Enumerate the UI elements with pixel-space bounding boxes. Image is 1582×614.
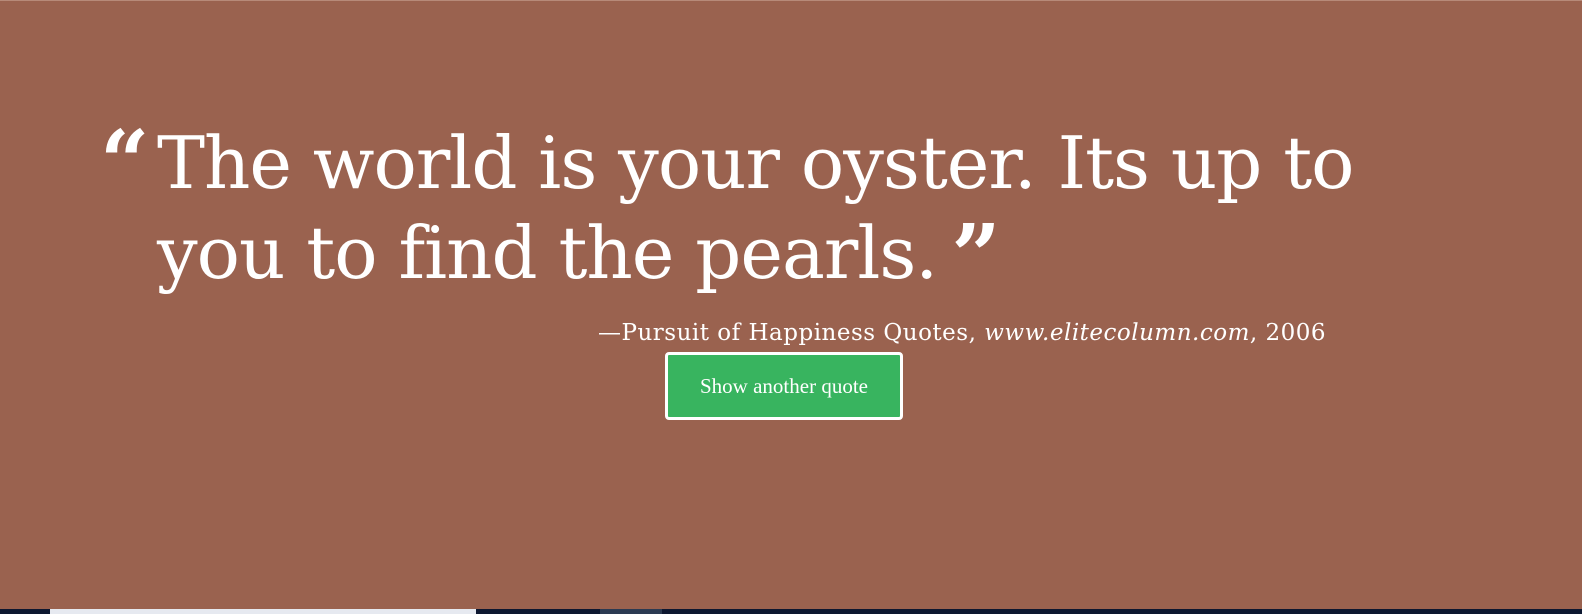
quote-text-body: The world is your oyster. Its up to you … bbox=[157, 121, 1354, 295]
attribution-source: —Pursuit of Happiness Quotes, bbox=[598, 320, 985, 346]
attribution-site: www.elitecolumn.com bbox=[984, 320, 1250, 346]
bottom-taskbar bbox=[0, 609, 1582, 614]
attribution-year: , 2006 bbox=[1249, 320, 1327, 346]
top-border bbox=[0, 0, 1582, 1]
show-another-quote-button[interactable]: Show another quote bbox=[665, 352, 903, 420]
quote-attribution: —Pursuit of Happiness Quotes, www.elitec… bbox=[598, 320, 1326, 346]
close-quote-icon: ” bbox=[951, 206, 1000, 307]
open-quote-icon: “ bbox=[100, 112, 150, 213]
taskbar-segment bbox=[50, 609, 476, 614]
quote-text: The world is your oyster. Its up to you … bbox=[157, 118, 1397, 300]
taskbar-segment bbox=[600, 609, 662, 614]
